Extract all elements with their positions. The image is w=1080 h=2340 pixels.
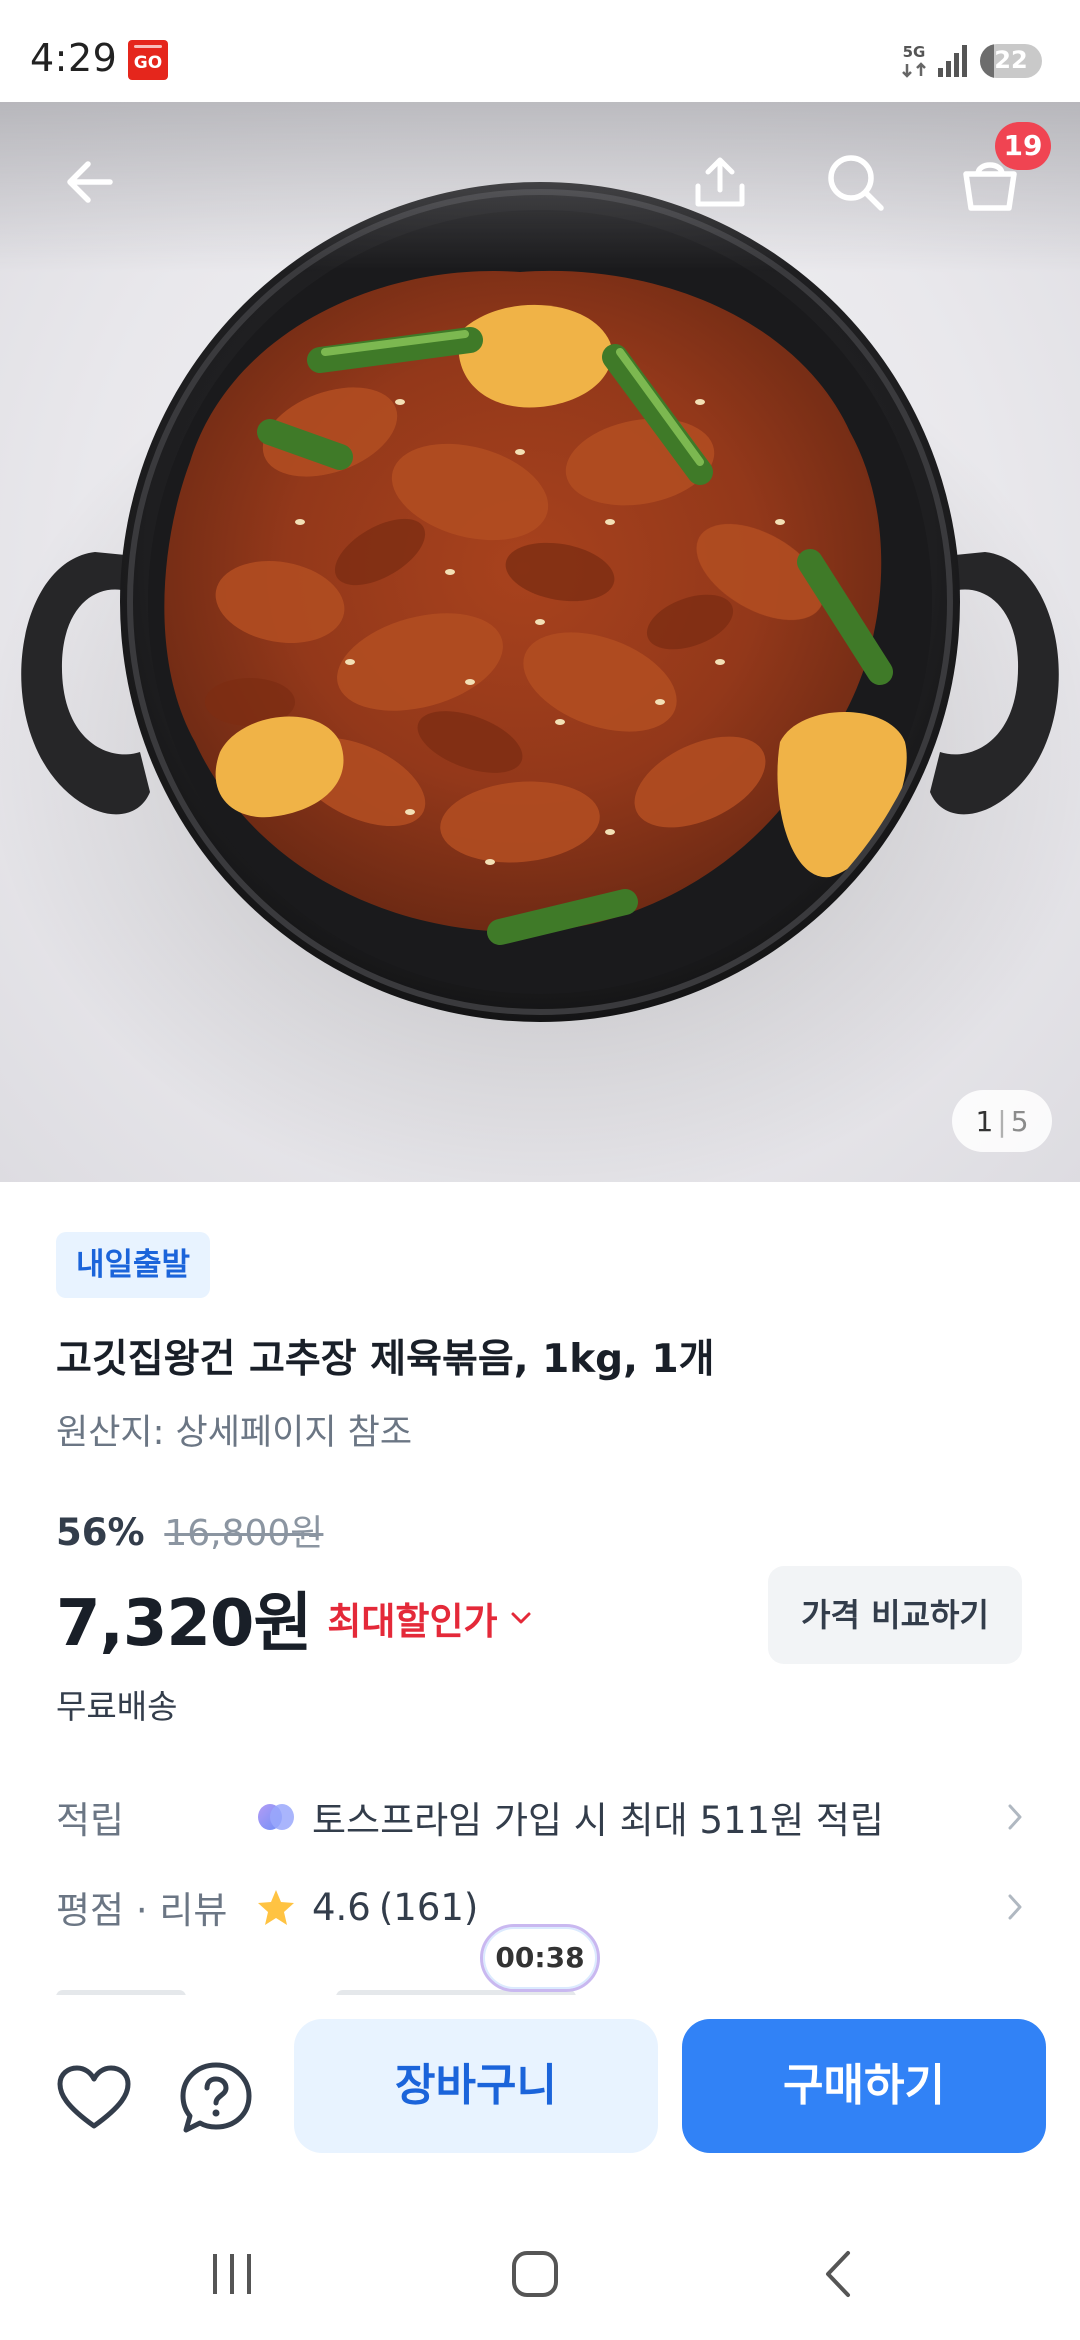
bottom-action-bar: 장바구니 구매하기 xyxy=(0,1995,1080,2200)
go-app-label: GO xyxy=(133,53,163,73)
original-price: 16,800원 xyxy=(164,1513,324,1554)
5g-network-icon: 5G xyxy=(902,43,926,78)
arrow-left-icon xyxy=(67,161,113,203)
discount-row: 56% 16,800원 xyxy=(56,1504,323,1556)
search-button[interactable] xyxy=(815,142,895,222)
image-counter: 1 | 5 xyxy=(952,1090,1052,1152)
system-navigation-bar xyxy=(0,2200,1080,2340)
timer-pill[interactable]: 00:38 xyxy=(480,1924,600,1992)
share-icon xyxy=(695,157,745,207)
network-label: 5G xyxy=(903,43,926,61)
signal-icon xyxy=(938,45,967,77)
battery-level: 22 xyxy=(994,46,1028,74)
rating-score: 4.6 xyxy=(312,1885,371,1929)
hero-top-gradient xyxy=(0,102,1080,272)
add-to-cart-button[interactable]: 장바구니 xyxy=(294,2019,658,2153)
search-icon xyxy=(828,155,884,211)
wishlist-button[interactable] xyxy=(50,2054,138,2142)
heart-icon xyxy=(57,2065,131,2129)
system-back-button[interactable] xyxy=(808,2244,868,2304)
battery-icon: 22 xyxy=(980,44,1042,78)
product-image-carousel[interactable] xyxy=(0,102,1080,1182)
chevron-right-icon xyxy=(994,1892,1024,1922)
image-counter-separator: | xyxy=(997,1104,1007,1138)
toss-prime-icon xyxy=(256,1800,296,1834)
points-row[interactable]: 적립 토스프라임 가입 시 최대 511원 적립 xyxy=(56,1782,1024,1852)
points-label: 적립 xyxy=(56,1799,125,1842)
share-button[interactable] xyxy=(680,142,760,222)
back-button[interactable] xyxy=(50,142,130,222)
buy-now-button[interactable]: 구매하기 xyxy=(682,2019,1046,2153)
rating-count: (161) xyxy=(378,1885,479,1929)
rating-label: 평점 · 리뷰 xyxy=(56,1889,228,1932)
recents-icon xyxy=(213,2254,251,2294)
max-discount-toggle[interactable]: 최대할인가 xyxy=(327,1591,531,1645)
image-counter-current: 1 xyxy=(975,1104,994,1138)
price-row: 7,320원 최대할인가 xyxy=(56,1572,532,1664)
status-bar: 4:29 GO 5G 22 xyxy=(0,0,1080,102)
product-title: 고깃집왕건 고추장 제육볶음, 1kg, 1개 xyxy=(56,1337,715,1382)
home-button[interactable] xyxy=(505,2244,565,2304)
recents-button[interactable] xyxy=(202,2244,262,2304)
chevron-left-icon xyxy=(826,2251,850,2297)
question-bubble-icon xyxy=(180,2062,252,2133)
rating-value-container: 4.6 (161) xyxy=(256,1886,994,1929)
sale-price: 7,320원 xyxy=(56,1587,312,1661)
status-time: 4:29 xyxy=(30,36,118,80)
go-app-icon: GO xyxy=(128,40,168,80)
points-value-container: 토스프라임 가입 시 최대 511원 적립 xyxy=(256,1790,994,1844)
points-value: 토스프라임 가입 시 최대 511원 적립 xyxy=(312,1799,884,1842)
chevron-right-icon xyxy=(994,1802,1024,1832)
chevron-down-icon xyxy=(511,1612,531,1624)
home-icon xyxy=(512,2251,558,2297)
discount-rate: 56% xyxy=(56,1511,145,1554)
inquiry-button[interactable] xyxy=(172,2054,260,2142)
price-compare-button[interactable]: 가격 비교하기 xyxy=(768,1566,1022,1664)
shipping-info: 무료배송 xyxy=(56,1687,178,1726)
star-icon xyxy=(256,1888,296,1926)
max-discount-label: 최대할인가 xyxy=(327,1600,498,1643)
image-counter-total: 5 xyxy=(1010,1104,1029,1138)
cart-count-badge: 19 xyxy=(995,122,1051,170)
delivery-badge: 내일출발 xyxy=(56,1232,211,1298)
product-origin: 원산지: 상세페이지 참조 xyxy=(56,1413,413,1453)
